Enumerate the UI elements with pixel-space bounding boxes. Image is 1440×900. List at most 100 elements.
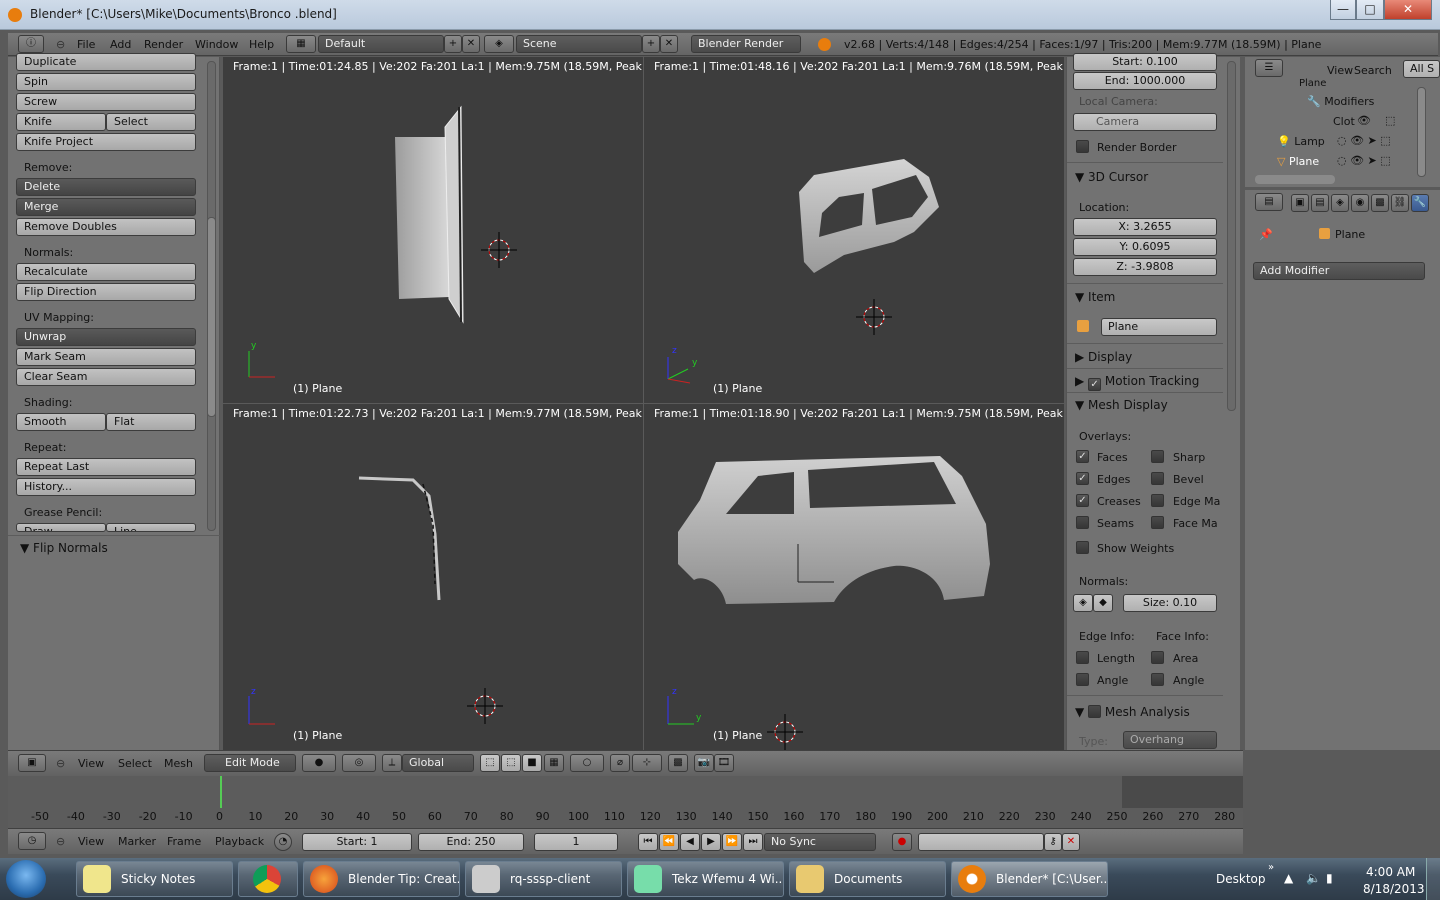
outliner-restrict-icons[interactable]: ◌ 👁 ➤ ⬚	[1337, 154, 1429, 168]
keying-set-field[interactable]	[918, 833, 1044, 851]
viewport-top-left[interactable]: Frame:1 | Time:01:24.85 | Ve:202 Fa:201 …	[223, 57, 643, 403]
timeline-frame-menu[interactable]: Frame	[167, 835, 201, 848]
task-chrome[interactable]	[238, 861, 298, 897]
delete-menu-button[interactable]: Delete	[16, 178, 196, 196]
timeline-editor-type-button[interactable]: ◷	[18, 832, 46, 850]
edge-select-icon[interactable]: ⬚	[501, 754, 521, 772]
show-desktop-button[interactable]	[1426, 858, 1440, 900]
render-still-icon[interactable]: 📷	[694, 754, 714, 772]
length-checkbox[interactable]	[1076, 651, 1089, 664]
bevel-checkbox[interactable]	[1151, 472, 1164, 485]
modifiers-tab-icon[interactable]: 🔧	[1411, 194, 1429, 212]
3d-view-editor-type-button[interactable]: ▣	[18, 754, 46, 772]
face-normals-icon[interactable]: ◆	[1093, 594, 1113, 612]
duplicate-button[interactable]: Duplicate	[16, 53, 196, 71]
tool-shelf-scroll-thumb[interactable]	[207, 217, 216, 417]
flat-button[interactable]: Flat	[106, 413, 196, 431]
add-modifier-button[interactable]: Add Modifier	[1253, 262, 1425, 280]
render-engine-select[interactable]: Blender Render	[691, 35, 801, 53]
maximize-button[interactable]: □	[1356, 0, 1384, 20]
render-border-checkbox[interactable]	[1076, 140, 1089, 153]
desktop-toolbar[interactable]: Desktop	[1216, 872, 1266, 886]
outliner-row-plane-mesh[interactable]: Plane	[1299, 78, 1326, 87]
jump-start-icon[interactable]: ⏮	[638, 833, 658, 851]
vertex-select-icon[interactable]: ⬚	[480, 754, 500, 772]
menu-help[interactable]: Help	[249, 38, 274, 51]
mesh-analysis-checkbox[interactable]	[1088, 705, 1102, 718]
outliner-row-lamp[interactable]: 💡 Lamp	[1277, 135, 1325, 148]
spin-button[interactable]: Spin	[16, 73, 196, 91]
operator-panel-title[interactable]: ▼ Flip Normals	[20, 541, 108, 555]
world-tab-icon[interactable]: ◉	[1351, 194, 1369, 212]
render-tab-icon[interactable]: ▣	[1291, 194, 1309, 212]
seams-checkbox[interactable]	[1076, 516, 1089, 529]
remove-doubles-button[interactable]: Remove Doubles	[16, 218, 196, 236]
add-screen-icon[interactable]: +	[444, 35, 462, 53]
pivot-point-select[interactable]: ◎	[342, 754, 376, 772]
outliner-row-cloth[interactable]: Clot	[1333, 115, 1355, 128]
render-animation-icon[interactable]: 🎞	[714, 754, 734, 772]
cursor-z-field[interactable]: Z: -3.9808	[1073, 258, 1217, 276]
current-frame-field[interactable]: 1	[534, 833, 618, 851]
volume-icon[interactable]: 🔈	[1306, 871, 1321, 885]
limit-selection-icon[interactable]: ▦	[544, 754, 564, 772]
timeline-marker-menu[interactable]: Marker	[118, 835, 156, 848]
mode-select[interactable]: Edit Mode	[204, 754, 296, 772]
sharp-checkbox[interactable]	[1151, 450, 1164, 463]
menu-render[interactable]: Render	[144, 38, 183, 51]
cursor-x-field[interactable]: X: 3.2655	[1073, 218, 1217, 236]
properties-editor-type-button[interactable]: ▤	[1255, 193, 1283, 211]
face-select-icon[interactable]: ■	[522, 754, 542, 772]
transform-orientation-select[interactable]: Global	[402, 754, 474, 772]
properties-scrollbar[interactable]	[1227, 61, 1236, 411]
jump-keyframe-back-icon[interactable]: ⏪	[659, 833, 679, 851]
proportional-edit-select[interactable]: ○	[570, 754, 604, 772]
task-sticky-notes[interactable]: Sticky Notes	[76, 861, 233, 897]
screen-layout-field[interactable]: Default	[318, 35, 444, 53]
draw-button[interactable]: Draw	[16, 523, 106, 532]
face-marks-checkbox[interactable]	[1151, 516, 1164, 529]
creases-checkbox[interactable]: ✓	[1076, 494, 1089, 507]
task-rq-client[interactable]: rq-sssp-client	[465, 861, 622, 897]
record-icon[interactable]: ●	[892, 833, 912, 851]
play-reverse-icon[interactable]: ◀	[680, 833, 700, 851]
history-button[interactable]: History...	[16, 478, 196, 496]
edge-marks-checkbox[interactable]	[1151, 494, 1164, 507]
flip-direction-button[interactable]: Flip Direction	[16, 283, 196, 301]
face-angle-checkbox[interactable]	[1151, 673, 1164, 686]
collapse-menu-icon[interactable]: ⊖	[56, 38, 65, 51]
cursor-y-field[interactable]: Y: 0.6095	[1073, 238, 1217, 256]
object-tab-icon[interactable]: ▩	[1371, 194, 1389, 212]
outliner-row-plane[interactable]: ▽ Plane	[1277, 155, 1319, 168]
task-documents[interactable]: Documents	[789, 861, 946, 897]
show-weights-checkbox[interactable]	[1076, 541, 1089, 554]
knife-button[interactable]: Knife	[16, 113, 106, 131]
line-button[interactable]: Line	[106, 523, 196, 532]
manipulator-icon[interactable]: ⟂	[382, 754, 402, 772]
collapse-menu-icon[interactable]: ⊖	[56, 835, 65, 848]
outliner-editor-type-button[interactable]: ☰	[1255, 59, 1283, 77]
jump-keyframe-forward-icon[interactable]: ⏩	[722, 833, 742, 851]
screw-button[interactable]: Screw	[16, 93, 196, 111]
clock-time[interactable]: 4:00 AM	[1366, 865, 1415, 879]
start-frame-field[interactable]: Start: 1	[302, 833, 412, 851]
area-checkbox[interactable]	[1151, 651, 1164, 664]
motion-tracking-panel-title[interactable]: ▶ ✓ Motion Tracking	[1075, 374, 1199, 391]
close-window-button[interactable]: ✕	[1384, 0, 1432, 20]
clock-date[interactable]: 8/18/2013	[1363, 882, 1425, 896]
timeline-view-menu[interactable]: View	[78, 835, 104, 848]
play-icon[interactable]: ▶	[701, 833, 721, 851]
mark-seam-button[interactable]: Mark Seam	[16, 348, 196, 366]
view-menu[interactable]: View	[78, 757, 104, 770]
faces-checkbox[interactable]: ✓	[1076, 450, 1089, 463]
outliner-row-modifiers[interactable]: 🔧 Modifiers	[1307, 95, 1374, 108]
jump-end-icon[interactable]: ⏭	[743, 833, 763, 851]
merge-menu-button[interactable]: Merge	[16, 198, 196, 216]
normal-size-field[interactable]: Size: 0.10	[1123, 594, 1217, 612]
screen-layout-icon[interactable]: ▦	[286, 35, 316, 53]
timeline-playback-menu[interactable]: Playback	[215, 835, 264, 848]
preview-range-icon[interactable]: ◔	[274, 833, 292, 851]
menu-window[interactable]: Window	[195, 38, 238, 51]
analysis-type-select[interactable]: Overhang	[1123, 731, 1217, 749]
mesh-display-panel-title[interactable]: ▼ Mesh Display	[1075, 398, 1168, 412]
